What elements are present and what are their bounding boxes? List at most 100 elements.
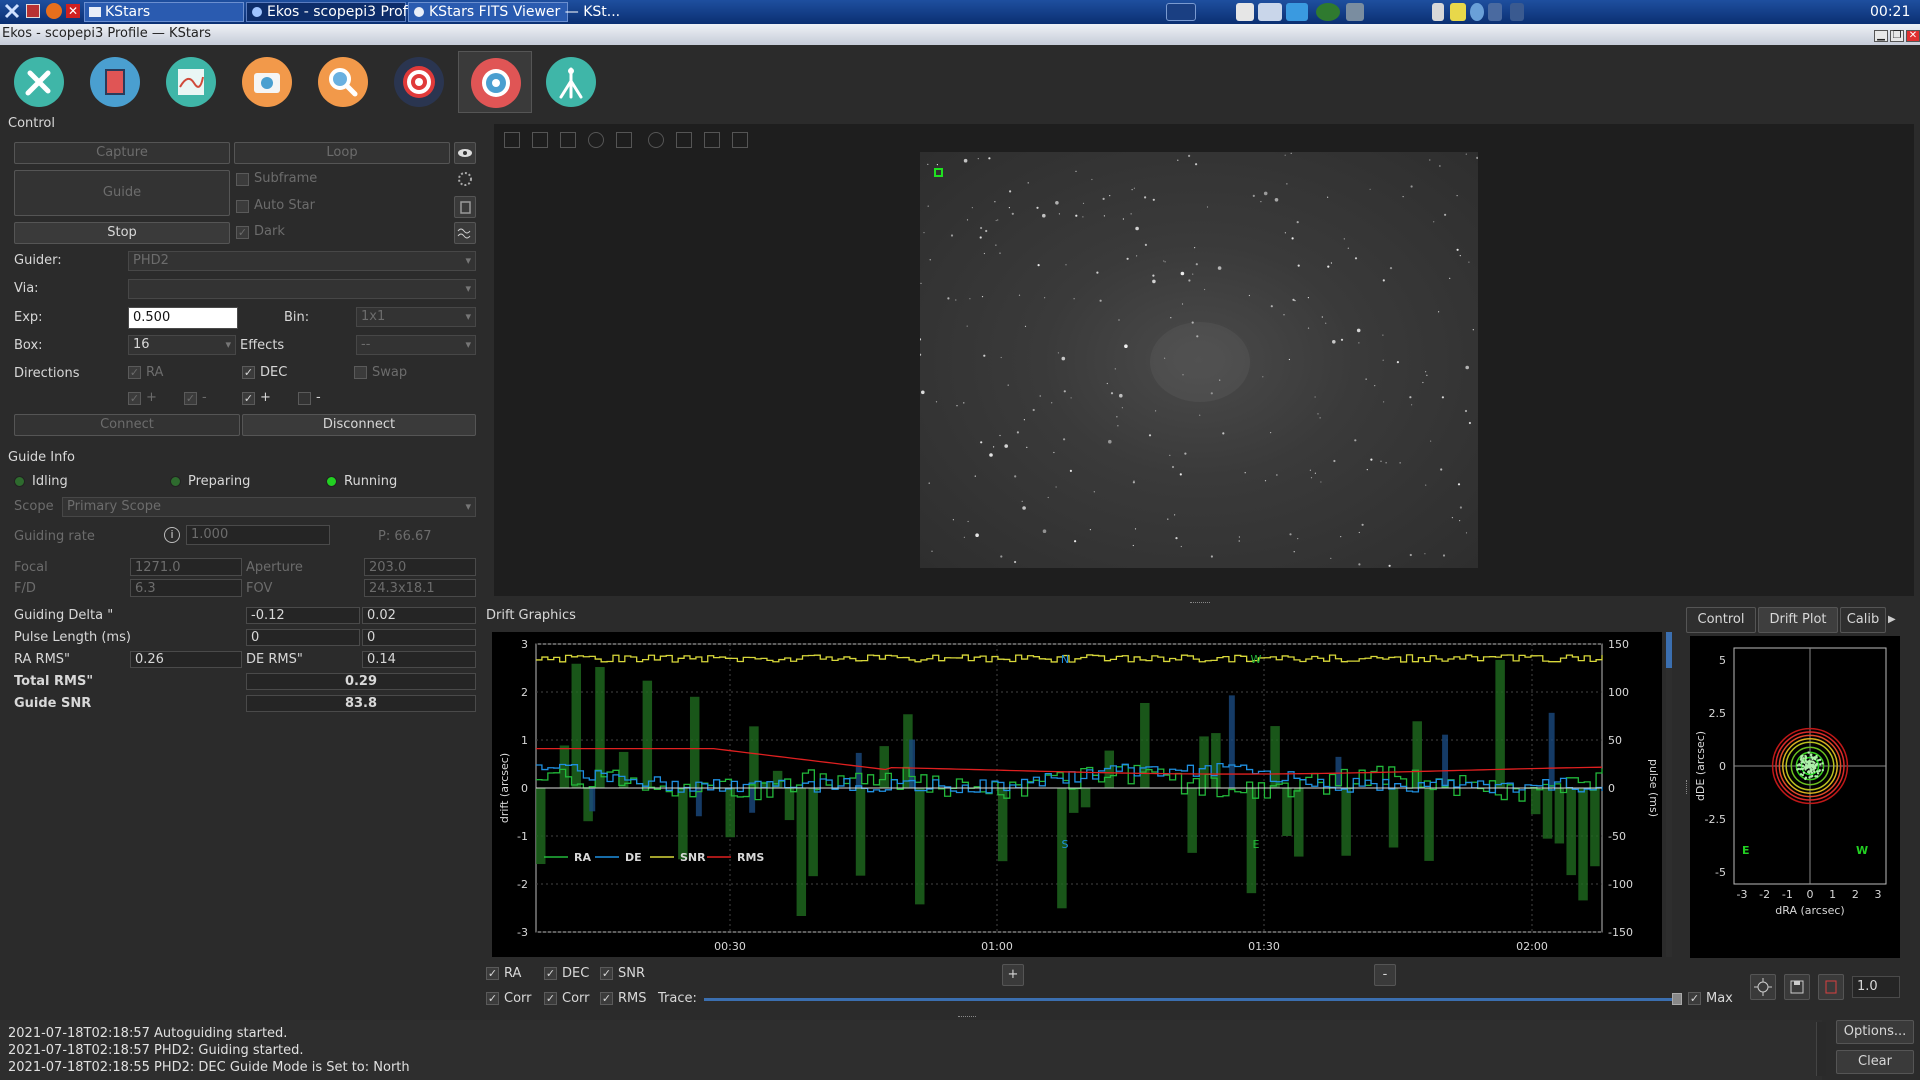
terminal-icon[interactable] <box>26 4 40 18</box>
tab-calibration[interactable]: Calib <box>1840 607 1886 633</box>
scope-select[interactable]: Primary Scope <box>62 497 476 517</box>
pan-icon[interactable] <box>616 132 632 148</box>
tab-scroll-right-icon[interactable]: ▶ <box>1888 611 1902 629</box>
dec-plus-checkbox[interactable]: ✓ <box>242 392 255 405</box>
close-button[interactable]: ✕ <box>1906 30 1920 42</box>
dec-graph-checkbox[interactable]: ✓ <box>544 967 557 980</box>
rms-graph-checkbox[interactable]: ✓ <box>600 992 613 1005</box>
guider-select[interactable]: PHD2 <box>128 251 476 271</box>
dec-corr-checkbox[interactable]: ✓ <box>544 992 557 1005</box>
objects-icon[interactable] <box>732 132 748 148</box>
zoom-out-graph-button[interactable]: - <box>1374 964 1396 986</box>
module-capture[interactable] <box>230 51 304 113</box>
options-button[interactable]: Options... <box>1836 1020 1914 1044</box>
effects-select[interactable]: -- <box>356 335 476 355</box>
tray-battery-icon[interactable] <box>1510 3 1524 21</box>
tray-notes-icon[interactable] <box>1450 3 1466 21</box>
ra-plus-checkbox[interactable]: ✓ <box>128 392 141 405</box>
app-menu-icon[interactable] <box>4 3 20 19</box>
tray-volume-icon[interactable] <box>1488 3 1502 21</box>
guide-button[interactable]: Guide <box>14 170 230 216</box>
eq-grid-icon[interactable] <box>704 132 720 148</box>
tray-kstars-icon[interactable] <box>1236 3 1254 21</box>
scrollbar-thumb[interactable] <box>1666 632 1672 668</box>
info-icon[interactable]: i <box>164 527 180 543</box>
star <box>1021 500 1023 502</box>
ra-minus-checkbox[interactable]: ✓ <box>184 392 197 405</box>
connect-button[interactable]: Connect <box>14 414 240 436</box>
tray-updates-icon[interactable] <box>1470 3 1484 21</box>
tab-drift-plot[interactable]: Drift Plot <box>1758 607 1838 633</box>
window-titlebar[interactable]: Ekos - scopepi3 Profile — KStars <box>0 24 1920 45</box>
box-select[interactable]: 16 <box>128 335 236 355</box>
ra-corr-checkbox[interactable]: ✓ <box>486 992 499 1005</box>
module-focus[interactable] <box>382 51 456 113</box>
tray-pen-icon[interactable] <box>1432 3 1444 21</box>
trash-icon[interactable] <box>454 196 476 218</box>
trace-slider-handle[interactable] <box>1672 993 1682 1005</box>
guide-star-image[interactable] <box>920 152 1478 568</box>
close-app-icon[interactable]: ✕ <box>66 4 80 18</box>
side-splitter[interactable] <box>1686 780 1689 794</box>
bin-select[interactable]: 1x1 <box>356 307 476 327</box>
task-ekos[interactable]: Ekos - scopepi3 Profile — ... <box>246 2 460 22</box>
log-splitter[interactable] <box>958 1016 976 1019</box>
zoom-spinbox[interactable]: 1.0 <box>1852 976 1900 998</box>
exposure-spinbox[interactable]: 0.500 <box>128 307 238 329</box>
drift-plot[interactable]: 5 2.5 0 -2.5 -5 -3 -2 -1 0 1 2 3 dRA (arcsec) dDE (ar… <box>1690 636 1900 958</box>
dec-minus-checkbox[interactable] <box>298 392 311 405</box>
ra-direction-checkbox[interactable]: ✓ <box>128 366 141 379</box>
tray-desktop-icon[interactable] <box>1286 3 1308 21</box>
zoom-in-graph-button[interactable]: + <box>1002 964 1024 986</box>
tab-control[interactable]: Control <box>1686 607 1756 633</box>
drift-graph[interactable]: 3 150 2 100 1 50 0 0 -1 -50 -2 -100 -3 -150 00:30 01:00… <box>492 632 1662 957</box>
minimize-button[interactable]: ▁ <box>1874 30 1888 42</box>
log-area[interactable]: 2021-07-18T02:18:57 Autoguiding started.… <box>0 1020 1822 1080</box>
splitter-handle[interactable] <box>1190 602 1210 605</box>
loop-button[interactable]: Loop <box>234 142 450 164</box>
tray-window-icon[interactable] <box>1258 3 1282 21</box>
tray-screen-icon[interactable] <box>1166 3 1196 21</box>
tray-image-icon[interactable] <box>1346 3 1364 21</box>
tray-network-icon[interactable] <box>1316 3 1340 21</box>
module-scheduler[interactable] <box>78 51 152 113</box>
firefox-icon[interactable] <box>46 3 62 19</box>
via-select[interactable] <box>128 279 476 299</box>
swap-checkbox[interactable] <box>354 366 367 379</box>
zoom-fit-icon[interactable] <box>560 132 576 148</box>
module-align[interactable] <box>306 51 380 113</box>
dark-checkbox[interactable]: ✓ <box>236 226 249 239</box>
stop-button[interactable]: Stop <box>14 222 230 244</box>
disconnect-button[interactable]: Disconnect <box>242 414 476 436</box>
capture-button[interactable]: Capture <box>14 142 230 164</box>
auto-star-checkbox[interactable] <box>236 200 249 213</box>
clear-button[interactable]: Clear <box>1836 1050 1914 1074</box>
clear-graph-icon[interactable] <box>1818 974 1844 1000</box>
wave-icon[interactable] <box>454 222 476 244</box>
stars-icon[interactable] <box>588 132 604 148</box>
module-setup[interactable] <box>2 51 76 113</box>
save-icon[interactable] <box>1784 974 1810 1000</box>
ra-correction-bar <box>796 788 807 917</box>
ra-graph-checkbox[interactable]: ✓ <box>486 967 499 980</box>
module-guide[interactable] <box>458 51 532 113</box>
snr-graph-checkbox[interactable]: ✓ <box>600 967 613 980</box>
zoom-in-icon[interactable] <box>504 132 520 148</box>
max-checkbox[interactable]: ✓ <box>1688 992 1701 1005</box>
grid-icon[interactable] <box>676 132 692 148</box>
eye-icon[interactable] <box>454 142 476 164</box>
task-kstars[interactable]: KStars <box>84 2 244 22</box>
center-icon[interactable] <box>1750 974 1776 1000</box>
task-fits-viewer[interactable]: KStars FITS Viewer — KSt... <box>408 2 620 22</box>
maximize-button[interactable]: ❐ <box>1890 30 1904 42</box>
module-mount[interactable] <box>534 51 608 113</box>
trace-slider[interactable] <box>704 998 1678 1001</box>
crosshair-toggle-icon[interactable] <box>648 132 664 148</box>
subframe-checkbox[interactable] <box>236 173 249 186</box>
dec-direction-checkbox[interactable]: ✓ <box>242 366 255 379</box>
guiding-rate-spinbox[interactable]: 1.000 <box>186 525 330 545</box>
zoom-out-icon[interactable] <box>532 132 548 148</box>
module-analyze[interactable] <box>154 51 228 113</box>
graph-scrollbar[interactable] <box>1666 632 1672 957</box>
log-scrollbar[interactable] <box>1816 1022 1826 1076</box>
